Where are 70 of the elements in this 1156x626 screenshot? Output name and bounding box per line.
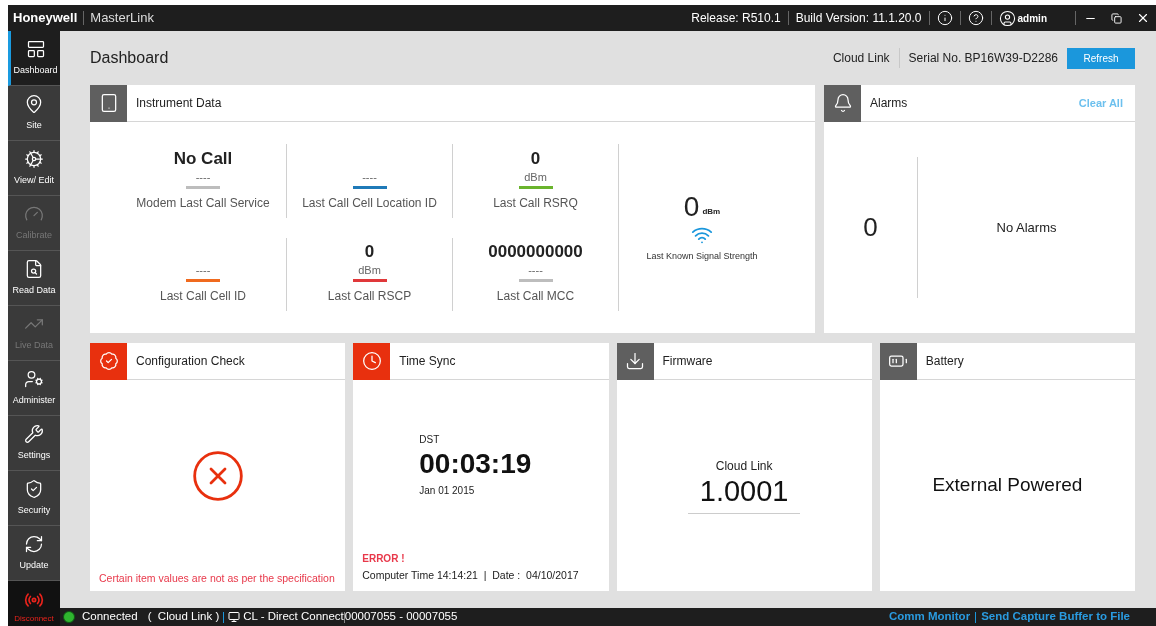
page-title: Dashboard	[90, 48, 169, 68]
connection-state: Connected	[82, 609, 138, 625]
firmware-version: 1.0001	[687, 475, 801, 514]
user-name[interactable]: admin	[1017, 10, 1047, 26]
metric-unit: ----	[528, 263, 543, 278]
broadcast-icon	[24, 590, 44, 610]
battery-status: External Powered	[932, 473, 1083, 498]
dst-label: DST	[419, 433, 441, 447]
sidebar-item[interactable]: Dashboard	[8, 31, 60, 86]
metric-label: Last Call Cell Location ID	[302, 194, 437, 212]
alarm-count: 0	[863, 211, 878, 244]
clock-icon	[361, 351, 382, 371]
disconnect-button[interactable]: Disconnect	[8, 581, 60, 626]
metric-unit: dBm	[524, 169, 547, 185]
gear-icon	[24, 148, 44, 169]
document-icon	[24, 258, 44, 279]
device-name: Cloud Link	[832, 50, 890, 67]
user-gear-icon	[24, 368, 44, 389]
metric-label: Last Call RSRQ	[493, 194, 578, 212]
signal-unit: dBm	[702, 205, 721, 218]
error-message: Certain item values are not as per the specification	[98, 571, 336, 587]
close-icon[interactable]	[1136, 11, 1150, 25]
sync-time: 00:03:19	[419, 447, 533, 481]
card-title: Alarms	[870, 95, 908, 112]
map-pin-icon	[24, 93, 44, 114]
metric-value: 0	[530, 148, 541, 169]
metric-label: Last Call Cell ID	[160, 288, 246, 305]
metric-label: Last Call MCC	[496, 288, 575, 305]
metric-value: 0	[364, 242, 375, 262]
status-bar-link[interactable]: Send Capture Buffer to File	[981, 608, 1130, 626]
firmware-device: Cloud Link	[715, 458, 773, 475]
app-title: MasterLink	[90, 9, 154, 28]
connection-device: CL - Direct Connect	[243, 609, 344, 625]
signal-label: Last Known Signal Strength	[646, 249, 758, 263]
metric-label: Modem Last Call Service	[136, 194, 270, 212]
user-icon[interactable]	[998, 9, 1016, 27]
metric-unit: dBm	[358, 263, 381, 278]
serial-number: Serial No. BP16W39-D2286	[908, 50, 1058, 67]
brand-logo: Honeywell	[13, 9, 78, 28]
metric-value: No Call	[173, 148, 233, 169]
shield-icon	[24, 478, 44, 499]
dashboard-icon	[25, 38, 46, 59]
metric-unit: ----	[195, 169, 211, 185]
card-title: Battery	[925, 353, 964, 370]
card-title: Time Sync	[399, 353, 456, 370]
info-icon[interactable]	[936, 10, 953, 26]
build-version-label: Build Version: 11.1.20.0	[795, 10, 922, 27]
device-id: 00007055 - 00007055	[344, 609, 458, 625]
wrench-icon	[24, 423, 44, 444]
computer-time: Computer Time 14:14:21 | Date : 04/10/2017	[361, 568, 580, 584]
refresh-icon	[24, 533, 44, 554]
metric-unit: ----	[362, 169, 377, 185]
alarms-message: No Alarms	[996, 218, 1057, 237]
metric-unit: ----	[195, 263, 211, 278]
status-bar-link[interactable]: Comm Monitor	[889, 608, 971, 626]
monitor-icon	[228, 611, 241, 623]
metric-value: 0000000000	[488, 242, 583, 262]
bell-icon	[832, 93, 853, 113]
restore-icon[interactable]	[1111, 12, 1122, 24]
metric-label: Last Call RSCP	[327, 288, 412, 305]
release-label: Release: R510.1	[691, 10, 781, 27]
card-title: Configuration Check	[136, 353, 245, 370]
signal-value: 0	[683, 191, 700, 222]
card-title: Instrument Data	[136, 95, 222, 112]
sync-date: Jan 01 2015	[419, 484, 476, 498]
download-icon	[625, 351, 645, 371]
card-title: Firmware	[662, 353, 713, 370]
badge-check-icon	[98, 351, 119, 371]
error-label: ERROR !	[361, 552, 406, 567]
help-icon[interactable]	[967, 10, 984, 26]
